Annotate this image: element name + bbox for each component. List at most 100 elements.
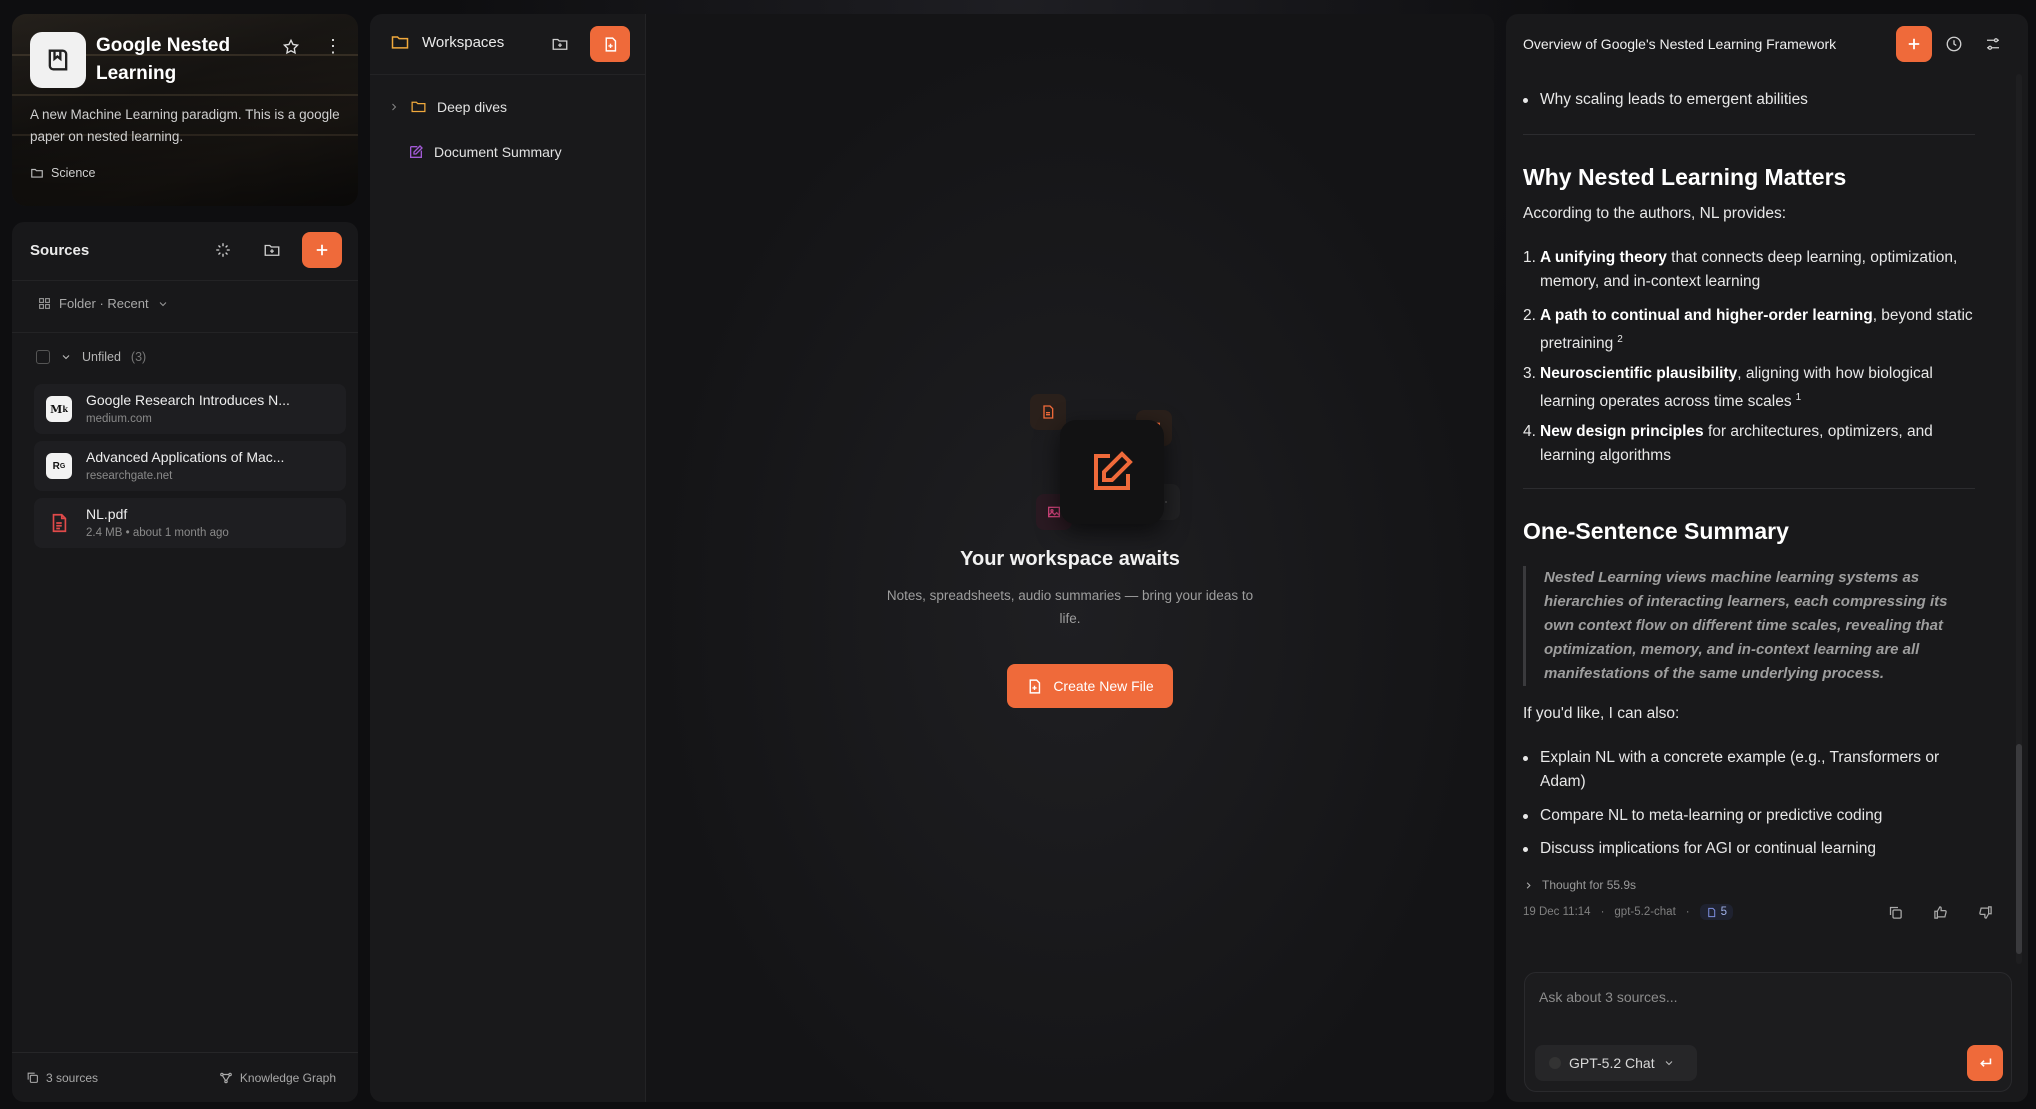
model-selector-label: GPT-5.2 Chat [1569, 1055, 1655, 1071]
item-number: 2. [1523, 307, 1536, 324]
folder-icon [411, 101, 426, 113]
workspace-document-summary[interactable]: Document Summary [408, 144, 562, 160]
sparkle-icon [216, 243, 230, 257]
folder-plus-icon [552, 38, 568, 50]
researchgate-icon: RG [46, 453, 72, 479]
item-number: 1. [1523, 249, 1536, 266]
empty-state-subtitle: Notes, spreadsheets, audio summaries — b… [886, 588, 1254, 626]
source-item[interactable]: NL.pdf 2.4 MB • about 1 month ago [34, 498, 346, 548]
create-new-file-button[interactable]: Create New File [1007, 664, 1173, 708]
workspaces-panel: Workspaces Deep dives Document Summary Y… [370, 14, 1494, 1102]
sources-header: Sources [30, 242, 90, 259]
project-tag[interactable]: Science [30, 166, 95, 180]
meta-separator: · [1685, 906, 1690, 918]
numbered-item: 4. New design principles for architecture… [1523, 420, 1973, 468]
sort-filter[interactable]: Folder · Recent [38, 296, 169, 311]
folder-plus-icon [264, 244, 280, 256]
settings-button[interactable] [1975, 26, 2011, 62]
divider [12, 332, 358, 333]
paragraph: According to the authors, NL provides: [1523, 205, 1787, 222]
numbered-item: 3. Neuroscientific plausibility, aligning… [1523, 362, 1973, 414]
list-item: Why scaling leads to emergent abilities [1523, 88, 1973, 112]
source-title: Advanced Applications of Mac... [86, 449, 285, 465]
more-options-icon[interactable]: ⋮ [324, 36, 342, 57]
chevron-right-icon [392, 103, 397, 110]
chevron-down-icon[interactable] [60, 351, 72, 363]
chat-panel: Overview of Google's Nested Learning Fra… [1506, 14, 2028, 1102]
edit-icon [1060, 420, 1164, 524]
model-selector[interactable]: GPT-5.2 Chat [1535, 1045, 1697, 1081]
graph-icon [220, 1072, 232, 1083]
document-icon [1707, 907, 1715, 917]
discover-sources-button[interactable] [205, 232, 241, 268]
list-item: Compare NL to meta-learning or predictiv… [1523, 804, 1973, 828]
new-file-button[interactable] [590, 26, 630, 62]
chat-input[interactable]: Ask about 3 sources... [1539, 989, 1678, 1005]
copy-icon[interactable] [1888, 905, 1903, 920]
item-bold: New design principles [1540, 423, 1704, 440]
plus-icon [316, 244, 328, 256]
knowledge-graph-label: Knowledge Graph [239, 1070, 336, 1085]
history-button[interactable] [1936, 26, 1972, 62]
workspace-item-label: Document Summary [434, 144, 562, 160]
meta-separator: · [1600, 906, 1605, 918]
star-icon[interactable] [282, 38, 300, 56]
file-plus-icon [605, 36, 616, 52]
add-source-button[interactable] [302, 232, 342, 268]
item-number: 4. [1523, 423, 1536, 440]
source-item[interactable]: Mk Google Research Introduces N... mediu… [34, 384, 346, 434]
send-button[interactable] [1967, 1045, 2003, 1081]
source-count: 3 sources [26, 1071, 98, 1085]
clock-icon [1946, 36, 1962, 52]
group-label: Unfiled [82, 350, 121, 364]
folder-icon [31, 168, 43, 178]
workspace-item-label: Deep dives [437, 98, 508, 115]
thumbs-up-icon[interactable] [1933, 905, 1948, 920]
item-bold: Neuroscientific plausibility [1540, 365, 1738, 382]
divider [12, 280, 358, 281]
new-folder-button[interactable] [542, 26, 578, 62]
group-checkbox[interactable] [36, 350, 50, 364]
project-card: Google Nested Learning ⋮ A new Machine L… [12, 14, 358, 206]
numbered-item: 1. A unifying theory that connects deep l… [1523, 246, 1973, 294]
file-plus-icon [1029, 678, 1041, 694]
divider [370, 74, 645, 75]
project-description: A new Machine Learning paradigm. This is… [30, 107, 340, 144]
chat-scrollbar[interactable] [2016, 74, 2022, 964]
sources-badge[interactable]: 5 [1699, 904, 1734, 920]
chevron-right-icon [1526, 881, 1531, 889]
list-item: Explain NL with a concrete example (e.g.… [1523, 746, 1973, 794]
sliders-icon [1987, 38, 1999, 50]
group-unfiled[interactable]: Unfiled (3) [36, 350, 146, 364]
knowledge-graph-button[interactable]: Knowledge Graph [219, 1071, 336, 1085]
citation-sup[interactable]: 2 [1617, 334, 1623, 345]
pdf-icon [46, 510, 72, 536]
divider [1523, 134, 1975, 135]
copy-icon [27, 1072, 38, 1083]
thought-toggle[interactable]: Thought for 55.9s [1523, 878, 1636, 892]
scrollbar-thumb[interactable] [2016, 744, 2022, 954]
chat-messages[interactable]: Why scaling leads to emergent abilities … [1506, 72, 2028, 966]
group-count: (3) [130, 350, 147, 364]
item-number: 3. [1523, 365, 1536, 382]
source-item[interactable]: RG Advanced Applications of Mac... resea… [34, 441, 346, 491]
source-title: NL.pdf [86, 506, 128, 522]
project-title: Google Nested Learning [96, 35, 231, 84]
plus-icon [1908, 38, 1920, 50]
paragraph: If you'd like, I can also: [1523, 705, 1680, 722]
thought-label: Thought for 55.9s [1542, 878, 1637, 892]
new-chat-button[interactable] [1896, 26, 1932, 62]
empty-state-illustration [1026, 384, 1180, 534]
thumbs-down-icon[interactable] [1978, 905, 1993, 920]
workspace-folder-deep-dives[interactable]: Deep dives [388, 98, 507, 115]
citation-sup[interactable]: 1 [1796, 392, 1802, 403]
workspaces-title: Workspaces [422, 33, 505, 51]
new-folder-button[interactable] [254, 232, 290, 268]
model-tag: gpt-5.2-chat [1614, 906, 1676, 918]
message-meta: 19 Dec 11:14 · gpt-5.2-chat · 5 [1523, 904, 1993, 920]
chat-input-box[interactable]: Ask about 3 sources... GPT-5.2 Chat [1524, 972, 2012, 1092]
source-subtitle: 2.4 MB • about 1 month ago [86, 527, 229, 539]
edit-document-icon [410, 145, 423, 158]
folder-icon [391, 36, 409, 49]
source-subtitle: researchgate.net [86, 470, 173, 482]
